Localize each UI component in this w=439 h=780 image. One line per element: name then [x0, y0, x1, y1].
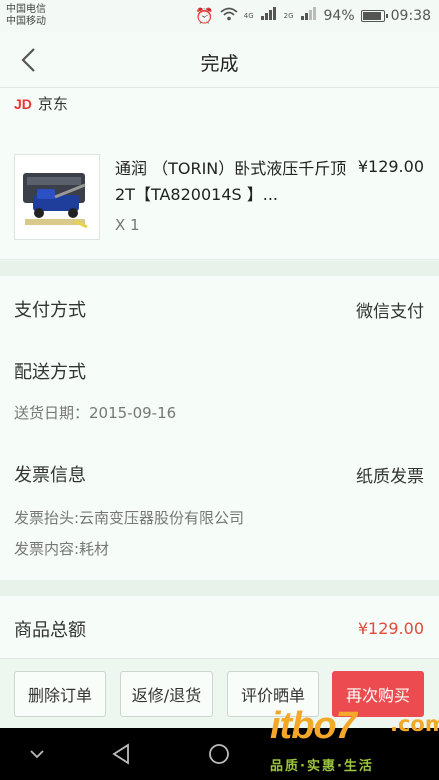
invoice-type: 纸质发票 — [356, 467, 424, 487]
delete-order-button[interactable]: 删除订单 — [14, 671, 106, 717]
watermark-brand: itbo7 — [270, 705, 357, 747]
triangle-back-icon — [112, 743, 129, 765]
invoice-title: 发票抬头:云南变压器股份有限公司 — [14, 509, 245, 527]
delivery-date: 送货日期：2015-09-16 — [14, 404, 177, 422]
watermark-domain: .com — [390, 712, 439, 736]
clock: 09:38 — [390, 8, 431, 24]
payment-label: 支付方式 — [14, 300, 86, 321]
signal-icon — [260, 7, 278, 25]
order-info-section: 支付方式 微信支付 配送方式 送货日期：2015-09-16 发票信息 纸质发票… — [0, 276, 439, 580]
jd-logo: JD — [14, 95, 32, 112]
carrier-labels: 中国电信 中国移动 — [6, 4, 46, 28]
carrier-1: 中国电信 — [6, 4, 46, 15]
status-bar: 中国电信 中国移动 ⏰ 4G 2G 94% 09:38 — [0, 0, 439, 32]
total-section: 商品总额 ¥129.00 — [0, 596, 439, 658]
store-section: JD 京东 通润 （TORIN）卧式液压千斤顶 2T【TA820014S 】..… — [0, 88, 439, 260]
store-header[interactable]: JD 京东 — [14, 93, 68, 114]
total-value: ¥129.00 — [357, 619, 424, 638]
wifi-icon — [220, 7, 238, 25]
nav-collapse-button[interactable] — [24, 741, 50, 767]
divider — [0, 261, 439, 276]
network-2: 2G — [283, 11, 294, 20]
product-image[interactable] — [14, 154, 100, 240]
return-repair-button[interactable]: 返修/退货 — [120, 671, 213, 717]
page-title: 完成 — [200, 53, 239, 75]
battery-icon — [360, 10, 388, 22]
carrier-2: 中国移动 — [6, 16, 46, 27]
site-watermark: itbo7 .com 品质·实惠·生活 — [270, 705, 439, 780]
total-label: 商品总额 — [14, 620, 86, 641]
delivery-label: 配送方式 — [14, 362, 86, 383]
title-bar: 完成 — [0, 32, 439, 88]
payment-value: 微信支付 — [356, 302, 424, 322]
product-name[interactable]: 通润 （TORIN）卧式液压千斤顶 2T【TA820014S 】... — [115, 156, 347, 208]
invoice-label: 发票信息 — [14, 465, 86, 486]
store-name: 京东 — [37, 95, 68, 113]
product-price: ¥129.00 — [357, 157, 424, 176]
nav-back-button[interactable] — [108, 741, 134, 767]
signal-icon-2 — [300, 7, 318, 25]
watermark-tagline: 品质·实惠·生活 — [270, 759, 374, 774]
home-circle-icon — [209, 744, 229, 764]
battery-percent: 94% — [323, 8, 355, 24]
chevron-down-icon — [30, 750, 44, 759]
invoice-content: 发票内容:耗材 — [14, 540, 110, 558]
alarm-icon: ⏰ — [195, 7, 214, 25]
divider — [0, 580, 439, 596]
network-1: 4G — [243, 11, 254, 20]
nav-home-button[interactable] — [206, 741, 232, 767]
product-quantity: X 1 — [115, 216, 140, 234]
status-indicators: ⏰ 4G 2G 94% 09:38 — [195, 7, 431, 25]
